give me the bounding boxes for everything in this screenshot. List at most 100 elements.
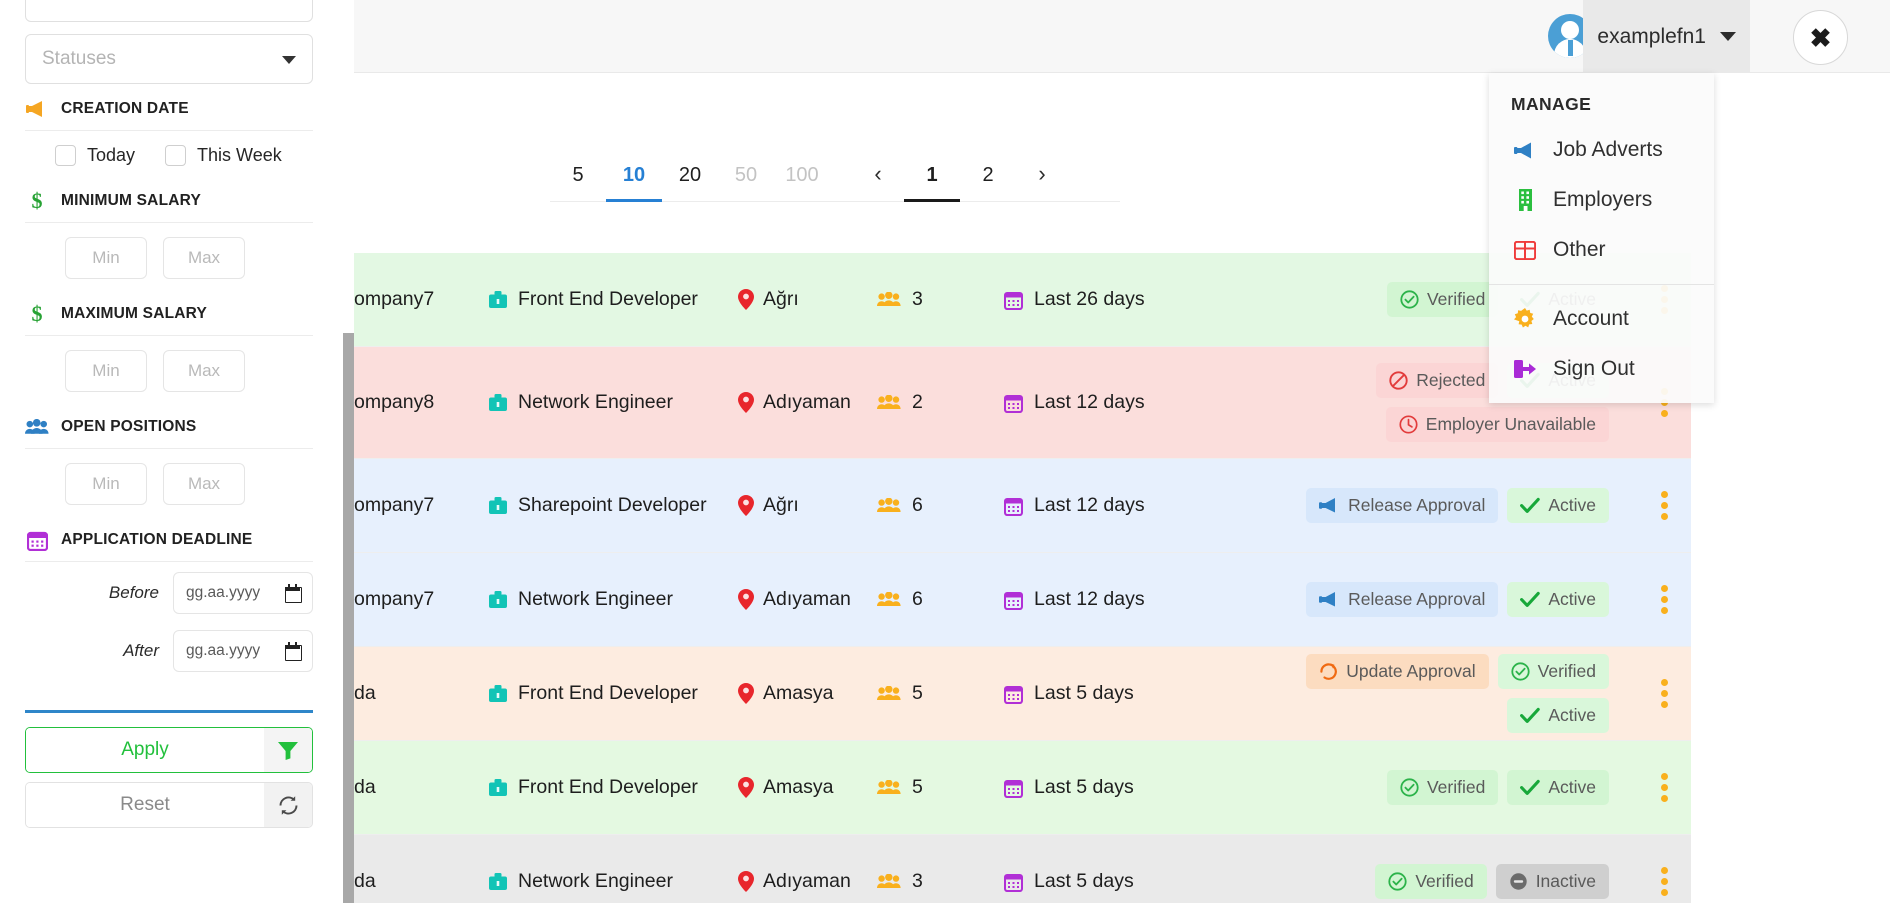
row-actions-button[interactable] (1637, 867, 1691, 896)
page-size-100[interactable]: 100 (774, 164, 830, 201)
open-positions-max-input[interactable]: Max (163, 463, 245, 505)
cell-date: Last 12 days (1004, 494, 1211, 517)
briefcase-icon (488, 393, 508, 412)
status-badge: Inactive (1495, 864, 1609, 899)
page-size-10[interactable]: 10 (606, 164, 662, 202)
min-salary-min-input[interactable]: Min (65, 237, 147, 279)
scrollbar-thumb[interactable] (343, 333, 354, 903)
max-salary-min-input[interactable]: Min (65, 350, 147, 392)
calendar-purple-icon (1004, 393, 1023, 413)
page-1[interactable]: 1 (904, 164, 960, 202)
check-icon (1520, 779, 1541, 796)
kebab-menu-icon[interactable] (1660, 491, 1668, 520)
kebab-menu-icon[interactable] (1660, 679, 1668, 708)
menu-item-account[interactable]: Account (1489, 294, 1714, 344)
maximum-salary-inputs: Min Max (25, 336, 313, 402)
kebab-menu-icon[interactable] (1660, 773, 1668, 802)
close-button[interactable]: ✖ (1793, 10, 1848, 65)
cell-open-positions: 2 (877, 391, 1004, 414)
max-salary-max-input[interactable]: Max (163, 350, 245, 392)
status-badge-label: Employer Unavailable (1425, 414, 1596, 434)
dollar-icon: $ (31, 301, 43, 326)
cell-job-title: Network Engineer (488, 391, 738, 414)
dollar-icon: $ (31, 188, 43, 213)
location-text: Ağrı (763, 494, 799, 516)
job-title-text: Network Engineer (518, 391, 673, 413)
calendar-picker-icon[interactable] (285, 642, 302, 661)
section-label: APPLICATION DEADLINE (61, 531, 253, 548)
row-actions-button[interactable] (1637, 773, 1691, 802)
check-icon (1520, 497, 1541, 514)
table-icon (1513, 240, 1537, 260)
calendar-picker-icon[interactable] (285, 584, 302, 603)
checkbox-this-week[interactable] (165, 145, 187, 166)
top-partial-select[interactable] (25, 0, 313, 22)
deadline-after-value: gg.aa.yyyy (186, 642, 261, 659)
status-badge-label: Active (1548, 705, 1596, 725)
page-size-5[interactable]: 5 (550, 164, 606, 201)
page-scrollbar[interactable] (341, 0, 354, 903)
gear-icon (1513, 308, 1537, 330)
menu-item-job-adverts[interactable]: Job Adverts (1489, 125, 1714, 175)
table-row[interactable]: da Front End Developer Amasya 5 Last 5 days V… (354, 741, 1691, 835)
row-actions-button[interactable] (1637, 679, 1691, 708)
page-size-20[interactable]: 20 (662, 164, 718, 201)
briefcase-icon (488, 496, 508, 515)
location-text: Adıyaman (763, 588, 851, 610)
date-text: Last 12 days (1034, 494, 1145, 516)
apply-button[interactable]: Apply (25, 727, 313, 773)
section-open-positions: OPEN POSITIONS (25, 402, 313, 449)
sign-out-icon (1513, 359, 1537, 379)
reset-button[interactable]: Reset (25, 782, 313, 828)
cell-location: Adıyaman (738, 588, 877, 611)
checkbox-today[interactable] (55, 145, 76, 166)
menu-item-employers[interactable]: Employers (1489, 175, 1714, 225)
table-row[interactable]: ompany7 Network Engineer Adıyaman 6 Last 12 … (354, 553, 1691, 647)
page-2[interactable]: 2 (960, 164, 1016, 201)
cell-date: Last 5 days (1004, 682, 1211, 705)
cell-date: Last 12 days (1004, 391, 1211, 414)
kebab-menu-icon[interactable] (1660, 585, 1668, 614)
status-badge: Employer Unavailable (1385, 407, 1609, 442)
min-salary-max-input[interactable]: Max (163, 237, 245, 279)
next-page-button[interactable]: › (1016, 161, 1068, 201)
table-row[interactable]: ompany7 Sharepoint Developer Ağrı 6 Last 12 … (354, 459, 1691, 553)
kebab-menu-icon[interactable] (1660, 867, 1668, 896)
date-text: Last 12 days (1034, 588, 1145, 610)
deadline-after-input[interactable]: gg.aa.yyyy (173, 630, 313, 672)
briefcase-icon (488, 778, 508, 797)
open-positions-count: 6 (912, 494, 923, 516)
calendar-purple-icon (1004, 590, 1023, 610)
people-yellow-icon (877, 780, 901, 795)
section-label: CREATION DATE (61, 100, 189, 117)
statuses-select[interactable]: Statuses (25, 34, 313, 84)
calendar-purple-icon (1004, 778, 1023, 798)
location-text: Ağrı (763, 288, 799, 310)
dropdown-header: MANAGE (1511, 94, 1592, 114)
close-icon: ✖ (1809, 22, 1832, 53)
prev-page-button[interactable]: ‹ (852, 161, 904, 201)
table-row[interactable]: da Network Engineer Adıyaman 3 Last 5 days Ve… (354, 835, 1691, 903)
open-positions-min-input[interactable]: Min (65, 463, 147, 505)
status-badge: Active (1507, 488, 1609, 523)
menu-item-label: Account (1553, 307, 1629, 330)
check-circle-icon (1511, 662, 1530, 681)
status-badge-label: Active (1548, 777, 1596, 797)
row-actions-button[interactable] (1637, 491, 1691, 520)
check-icon (1520, 591, 1541, 608)
page-size-50[interactable]: 50 (718, 164, 774, 201)
people-yellow-icon (877, 292, 901, 307)
table-row[interactable]: da Front End Developer Amasya 5 Last 5 days U… (354, 647, 1691, 741)
row-actions-button[interactable] (1637, 585, 1691, 614)
deadline-before-input[interactable]: gg.aa.yyyy (173, 572, 313, 614)
menu-item-sign-out[interactable]: Sign Out (1489, 344, 1714, 403)
pin-icon (738, 777, 754, 798)
filters-sidebar: Statuses CREATION DATE Today This Week $ (0, 0, 339, 903)
megaphone-icon (25, 98, 49, 120)
cell-open-positions: 3 (877, 288, 1004, 311)
cell-open-positions: 5 (877, 682, 1004, 705)
user-menu-button[interactable]: examplefn1 (1583, 0, 1750, 73)
menu-item-other[interactable]: Other (1489, 225, 1714, 275)
job-title-text: Sharepoint Developer (518, 494, 707, 516)
app-root: Statuses CREATION DATE Today This Week $ (0, 0, 1890, 903)
